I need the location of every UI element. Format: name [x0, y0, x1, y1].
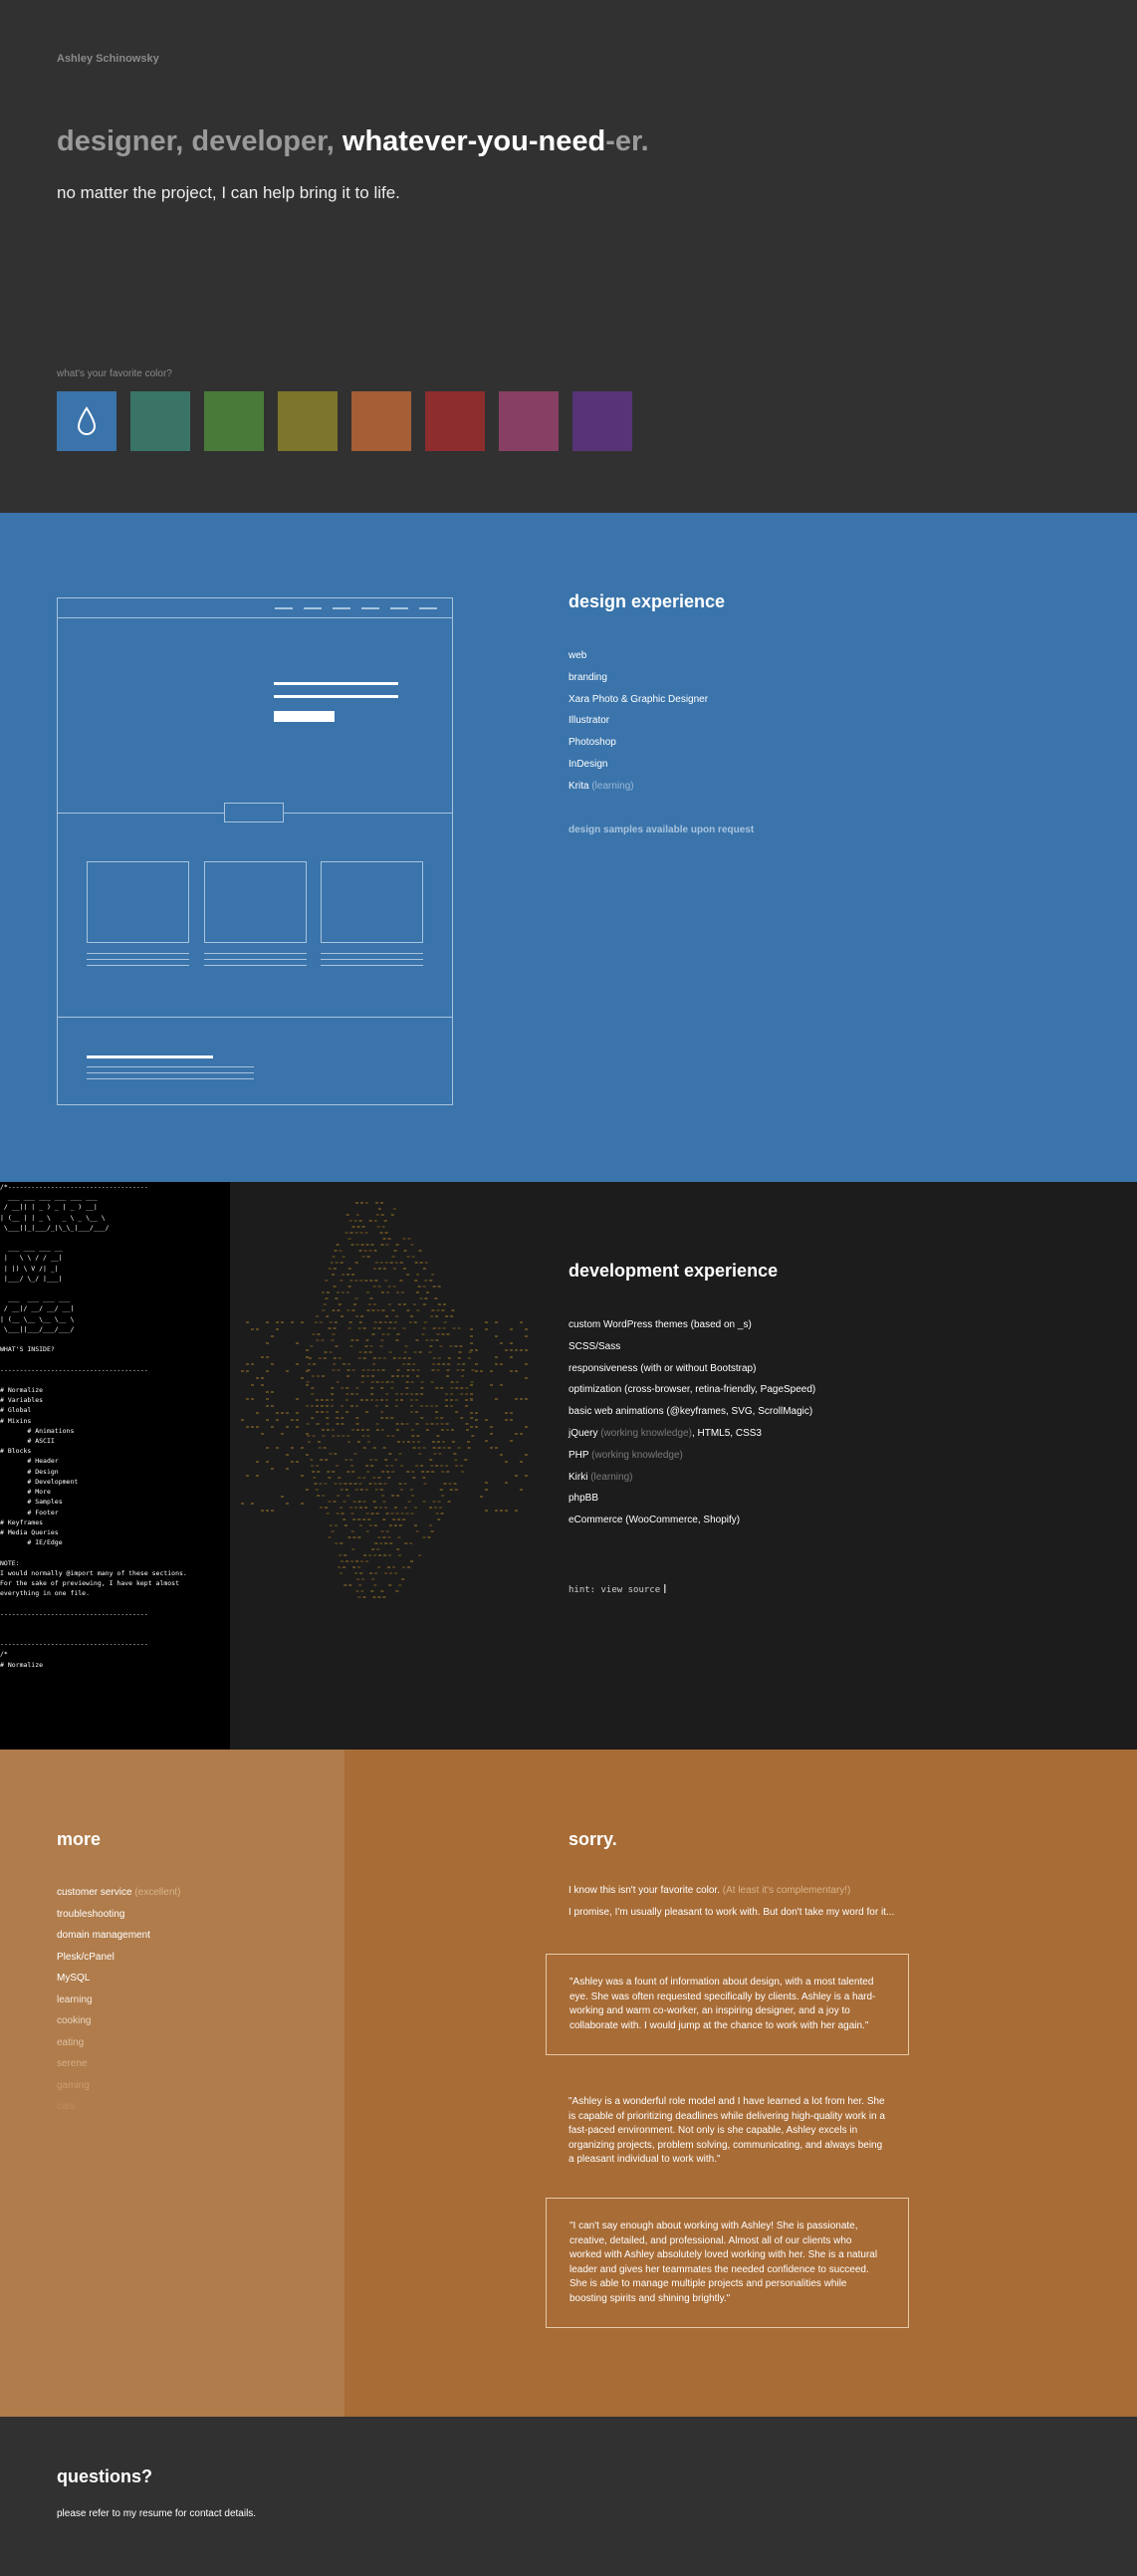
dev-item-note: (working knowledge): [597, 1427, 692, 1439]
footer-title: questions?: [57, 2466, 153, 2486]
dev-item: PHP (working knowledge): [568, 1449, 683, 1461]
color-swatch-green[interactable]: [204, 391, 264, 451]
design-skill-list: web branding Xara Photo & Graphic Designer…: [568, 645, 708, 798]
testimonial-quote-3: "I can't say enough about working with A…: [546, 2198, 909, 2328]
footer-section: questions? please refer to my resume for…: [0, 2417, 1137, 2576]
hero-subline: no matter the project, I can help bring …: [57, 183, 400, 202]
headline-part-1: designer, developer,: [57, 125, 335, 157]
dev-skill-list: custom WordPress themes (based on _s) SCS…: [568, 1314, 815, 1531]
color-swatch-row: [57, 391, 632, 451]
design-item: Krita (learning): [568, 780, 634, 792]
more-item-note: (excellent): [131, 1887, 181, 1898]
color-question: what's your favorite color?: [57, 368, 172, 379]
color-swatch-blue[interactable]: [57, 391, 116, 451]
more-item: learning: [57, 1993, 93, 2005]
dev-item: eCommerce (WooCommerce, Shopify): [568, 1515, 741, 1526]
more-item: domain management: [57, 1930, 150, 1941]
more-panel: more customer service (excellent) trouble…: [0, 1750, 344, 2417]
more-item: gaming: [57, 2079, 90, 2091]
dev-item: phpBB: [568, 1493, 599, 1505]
dev-item: custom WordPress themes (based on _s): [568, 1319, 752, 1330]
headline-highlight: whatever-you-need: [341, 125, 606, 157]
dev-item: optimization (cross-browser, retina-frie…: [568, 1384, 816, 1396]
hero-section: Ashley Schinowsky designer, developer, w…: [0, 0, 1137, 513]
more-item: Plesk/cPanel: [57, 1951, 114, 1963]
more-item: eating: [57, 2036, 85, 2048]
dev-item-note: (learning): [587, 1471, 633, 1483]
design-item: branding: [568, 671, 607, 683]
dev-item: SCSS/Sass: [568, 1340, 621, 1352]
color-swatch-olive[interactable]: [278, 391, 338, 451]
color-swatch-purple[interactable]: [572, 391, 632, 451]
dev-item: basic web animations (@keyframes, SVG, S…: [568, 1406, 813, 1418]
more-item: cats: [57, 2101, 76, 2112]
dev-item: jQuery (working knowledge), HTML5, CSS3: [568, 1427, 762, 1439]
design-item: Illustrator: [568, 715, 610, 727]
headline-suffix: -er.: [605, 125, 649, 157]
ascii-art-illustration: [241, 1202, 528, 1598]
development-section: /*------------------------------------ _…: [0, 1182, 1137, 1750]
sorry-title: sorry.: [568, 1829, 617, 1849]
color-swatch-red[interactable]: [425, 391, 485, 451]
site-brand[interactable]: Ashley Schinowsky: [57, 53, 159, 65]
more-title: more: [57, 1829, 102, 1849]
design-item: Xara Photo & Graphic Designer: [568, 693, 709, 705]
more-item: MySQL: [57, 1973, 91, 1984]
more-item: cooking: [57, 2015, 92, 2026]
design-item: web: [568, 650, 587, 661]
more-item: serene: [57, 2058, 88, 2069]
design-section: design experience web branding Xara Photo …: [0, 513, 1137, 1182]
testimonial-quote-1: "Ashley was a fount of information about…: [546, 1954, 909, 2055]
footer-text: please refer to my resume for contact de…: [57, 2508, 257, 2519]
hero-headline: designer, developer, whatever-you-need-e…: [57, 125, 649, 158]
design-samples-note: design samples available upon request: [568, 824, 755, 835]
testimonial-quote-2: "Ashley is a wonderful role model and I …: [568, 2096, 885, 2165]
text-cursor-icon: I: [663, 1581, 667, 1596]
website-wireframe-illustration: [57, 597, 453, 1105]
design-item: InDesign: [568, 758, 608, 770]
sorry-line-1: I know this isn't your favorite color. (…: [568, 1885, 851, 1896]
dev-item: responsiveness (with or without Bootstra…: [568, 1362, 757, 1374]
color-swatch-magenta[interactable]: [499, 391, 559, 451]
more-section: more customer service (excellent) trouble…: [0, 1750, 1137, 2417]
sorry-line-1-note: (At least it's complementary!): [722, 1885, 851, 1896]
design-title: design experience: [568, 591, 726, 611]
view-source-hint: hint: view source: [568, 1585, 661, 1595]
more-skill-list: customer service (excellent) troubleshoot…: [57, 1882, 180, 2118]
css-source-code-panel: /*------------------------------------ _…: [0, 1182, 230, 1750]
design-item-note: (learning): [588, 780, 634, 792]
color-swatch-teal[interactable]: [130, 391, 190, 451]
sorry-line-2: I promise, I'm usually pleasant to work …: [568, 1907, 895, 1918]
color-swatch-rust[interactable]: [351, 391, 411, 451]
dev-title: development experience: [568, 1261, 779, 1281]
dev-item-note: (working knowledge): [588, 1449, 683, 1461]
design-item: Photoshop: [568, 737, 616, 749]
more-item: troubleshooting: [57, 1908, 125, 1920]
droplet-icon: [77, 406, 97, 435]
dev-item: Kirki (learning): [568, 1471, 633, 1483]
more-item: customer service (excellent): [57, 1887, 181, 1898]
